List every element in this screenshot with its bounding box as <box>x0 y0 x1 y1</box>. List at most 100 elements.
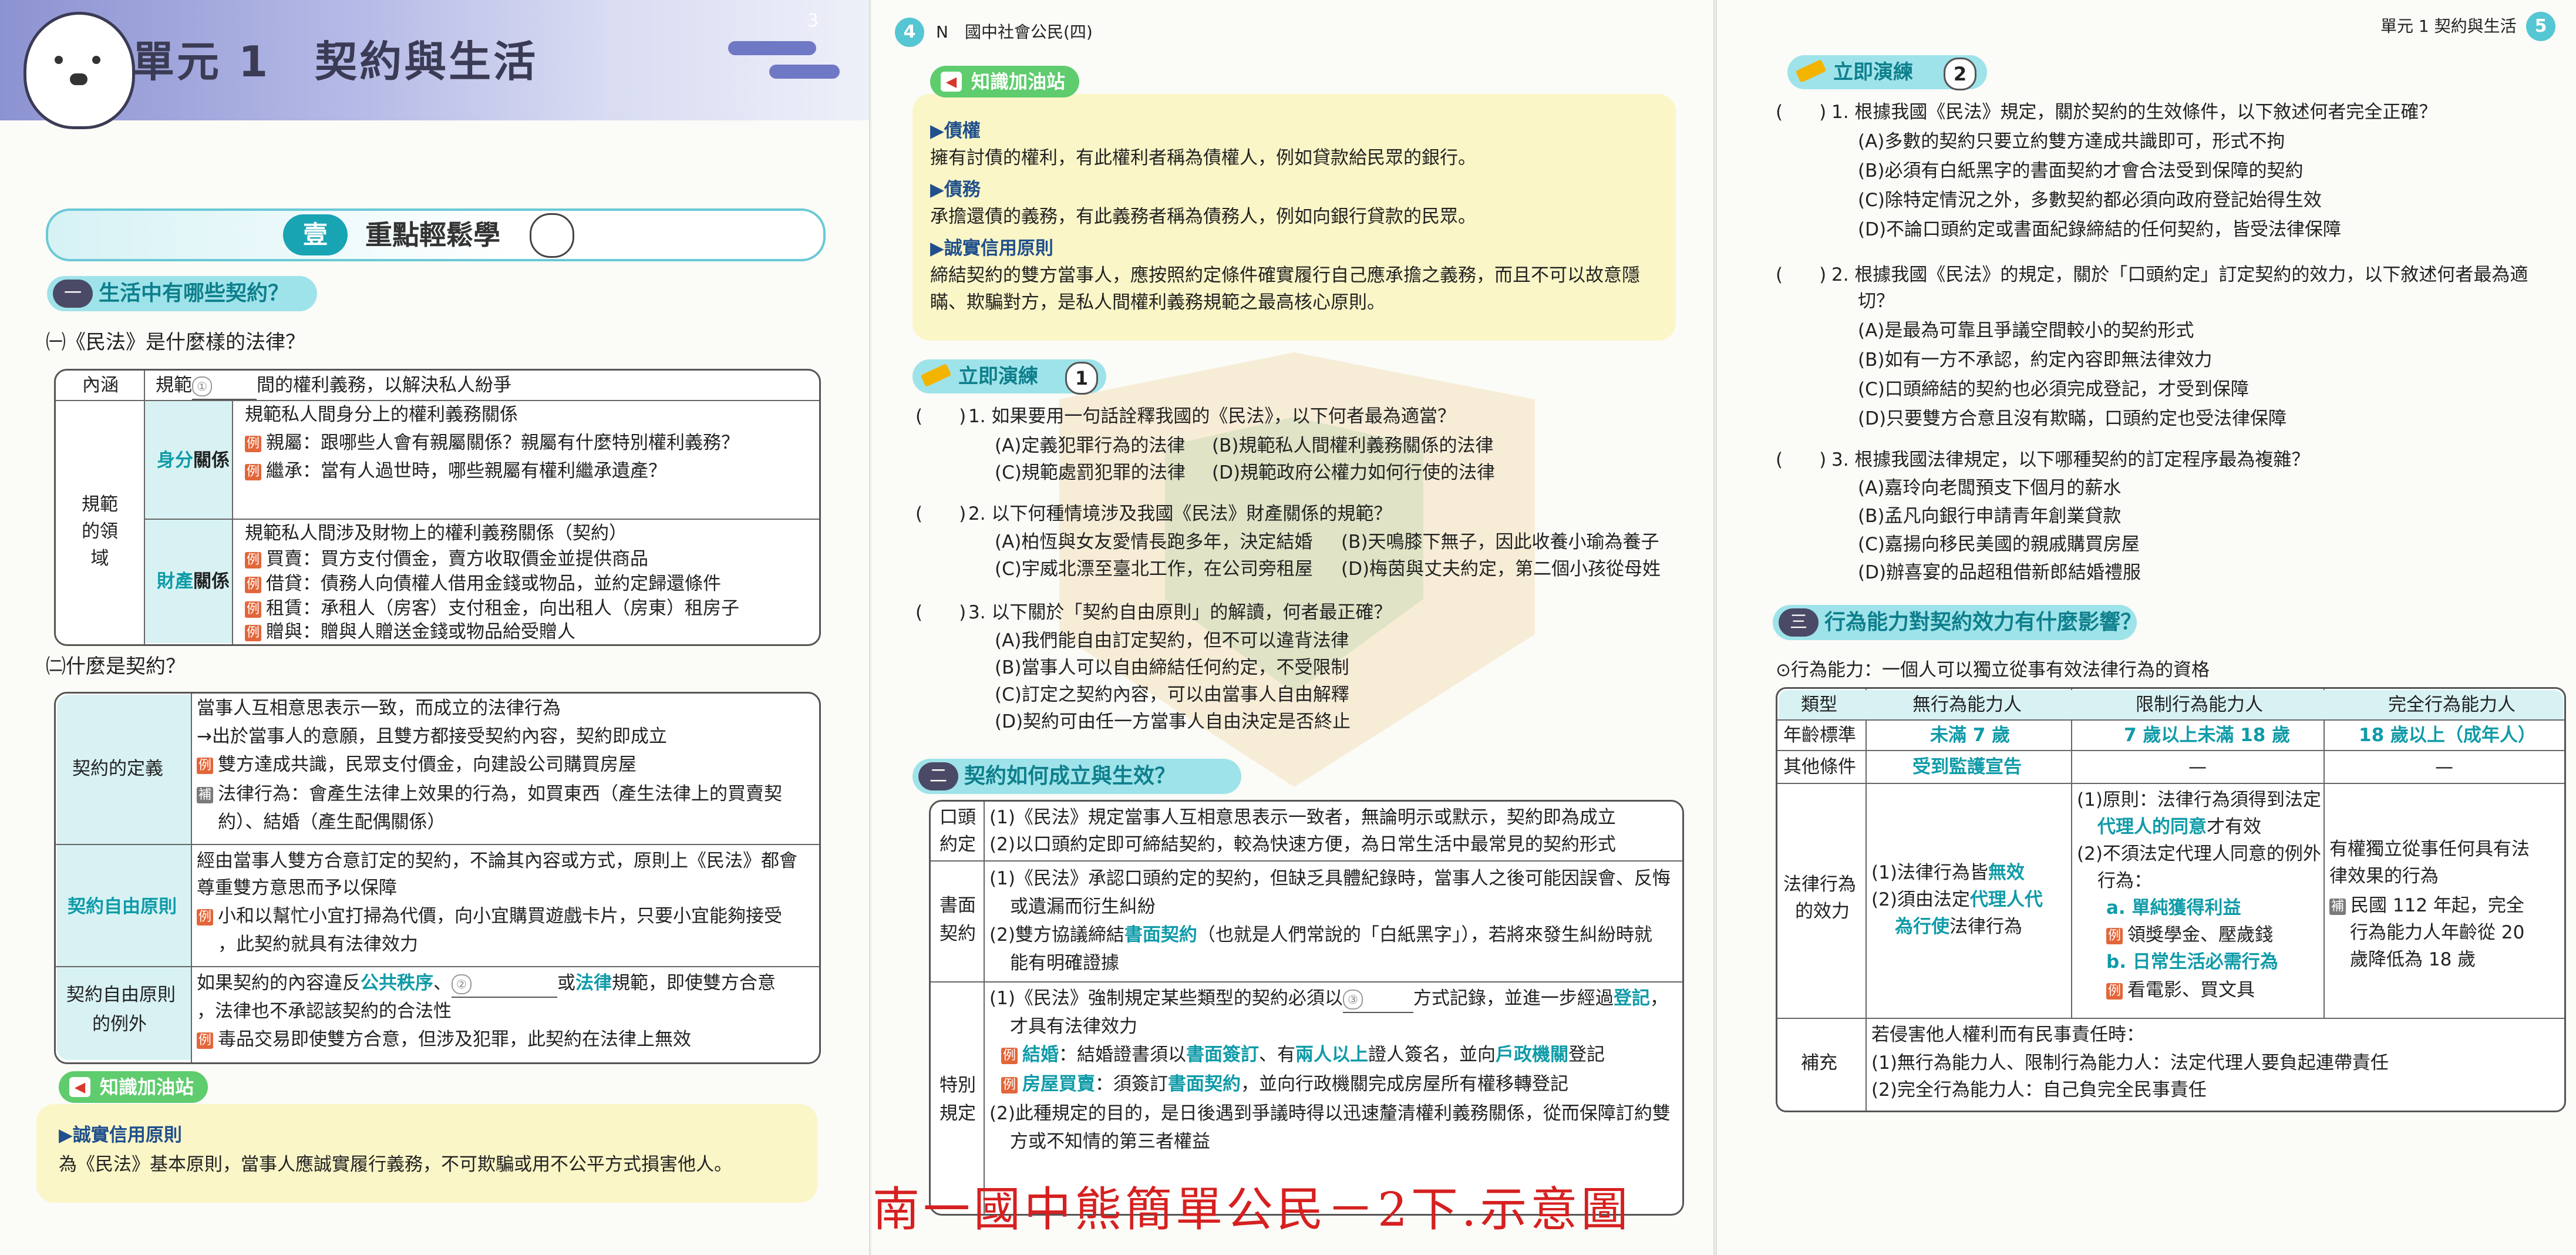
left-page: 單元 1 契約與生活 3 壹 重點輕鬆學 一 生活中有哪些契約？ ㈠《民法》是什… <box>0 0 869 1255</box>
knowledge-note-tag: ◀ 知識加油站 <box>930 66 1080 97</box>
note-body: 瞞、欺騙對方，是私人間權利義務規範之最高核心原則。 <box>930 292 1385 313</box>
row-label: 口頭 <box>940 807 976 828</box>
practice-number: 2 <box>1944 58 1976 90</box>
note-body: 承擔還債的義務，有此義務者稱為債務人，例如向銀行貸款的民眾。 <box>930 206 1476 227</box>
page-number: 4 <box>895 18 924 47</box>
effect-none-line: (2)須由法定代理人代 <box>1871 889 2043 910</box>
note-heading: ▶誠實信用原則 <box>930 238 1053 259</box>
option: (B)孟凡向銀行申請青年創業貸款 <box>1858 506 2122 527</box>
effect-full-line: 有權獨立從事任何具有法 <box>2329 839 2530 860</box>
special-line: 例結婚：結婚證書須以書面簽訂、有兩人以上證人簽名，並向戶政機關登記 <box>1001 1041 1605 1068</box>
column-header: 限制行為能力人 <box>2136 694 2263 715</box>
right-page: 單元 1 契約與生活 5 立即演練 2 ( ) 1. 根據我國《民法》規定，關於… <box>1717 0 2576 1255</box>
status-relation-label: 身分關係 <box>157 450 230 471</box>
answer-blank[interactable]: ( ) <box>915 403 966 430</box>
effect-limited-line: (2)不須法定代理人同意的例外 <box>2077 843 2321 864</box>
option: (C)除特定情況之外，多數契約都必須向政府登記始得生效 <box>1858 190 2322 211</box>
bear-mascot-icon <box>23 12 135 129</box>
oral-line: (2)以口頭約定即可締結契約，較為快速方便，為日常生活中最常見的契約形式 <box>989 834 1616 855</box>
effect-limited-line: b. 日常生活必需行為 <box>2106 951 2278 973</box>
effect-full-line: 行為能力人年齡從 20 <box>2350 922 2525 943</box>
property-line: 例借貸：債務人向債權人借用金錢或物品，並約定歸還條件 <box>245 570 721 597</box>
supplement-line: (1)無行為能力人、限制行為能力人：法定代理人要負起連帶責任 <box>1871 1052 2389 1074</box>
subsection-icon: 一 <box>53 280 93 308</box>
special-line: 方或不知情的第三者權益 <box>1010 1131 1210 1152</box>
row-label: 年齡標準 <box>1783 725 1856 746</box>
question-stem: 3. 以下關於「契約自由原則」的解讀，何者最正確？ <box>968 602 1392 623</box>
capacity-table: 類型 無行為能力人 限制行為能力人 完全行為能力人 年齡標準 未滿 7 歲 7 … <box>1776 687 2566 1112</box>
note-heading: ▶誠實信用原則 <box>59 1125 182 1146</box>
row-label: 規定 <box>940 1103 976 1124</box>
column-header: 無行為能力人 <box>1912 694 2022 715</box>
written-line: 能有明確證據 <box>1010 953 1119 974</box>
oral-line: (1)《民法》規定當事人互相意思表示一致者，無論明示或默示，契約即為成立 <box>989 807 1616 828</box>
answer-blank[interactable]: ( ) <box>1776 261 1826 288</box>
option: (A)我們能自由訂定契約，但不可以違背法律 <box>995 630 1349 651</box>
section-badge: 壹 <box>283 214 348 255</box>
effect-full-line: 歲降低為 18 歲 <box>2350 949 2476 970</box>
exception-line: 如果契約的內容違反公共秩序、 ② 或法律規範，即使雙方合意 <box>197 970 776 998</box>
option: (D)規範政府公權力如何行使的法律 <box>1212 462 1496 483</box>
special-line: (2)此種規定的目的，是日後遇到爭議時得以迅速釐清權利義務關係，從而保障訂約雙 <box>989 1103 1671 1124</box>
effect-limited-line: 例領獎學金、壓歲錢 <box>2106 921 2273 948</box>
effect-full-line: 律效果的行為 <box>2329 866 2439 887</box>
written-line: 或遺漏而衍生糾紛 <box>1010 896 1156 917</box>
unit-title: 單元 1 契約與生活 <box>132 37 538 86</box>
status-line: 例親屬：跟哪些人會有親屬關係？親屬有什麼特別權利義務？ <box>245 429 739 456</box>
answer-blank[interactable]: ( ) <box>915 500 966 527</box>
property-line: 例買賣：買方支付價金，賣方收取價金並提供商品 <box>245 546 648 573</box>
exception-line: ，法律也不承認該契約的合法性 <box>197 1001 452 1022</box>
option: (B)如有一方不承認，約定內容即無法律效力 <box>1858 349 2213 371</box>
answer-blank[interactable]: ( ) <box>1776 99 1826 126</box>
effect-full-line: 補民國 112 年起，完全 <box>2329 892 2524 919</box>
answer-blank[interactable]: ( ) <box>915 599 966 626</box>
row-text: 規範 ① 間的權利義務，以解決私人紛爭 <box>156 372 511 400</box>
option: (D)只要雙方合意且沒有欺瞞，口頭約定也受法律保障 <box>1858 408 2287 429</box>
answer-blank[interactable]: ( ) <box>1776 446 1826 473</box>
definition-line: →出於當事人的意願，且雙方都接受契約內容，契約即成立 <box>197 726 667 747</box>
practice-header: 立即演練 1 <box>912 359 1106 395</box>
supplement-line: 若侵害他人權利而有民事責任時： <box>1871 1024 2144 1045</box>
page-number: 5 <box>2526 12 2555 41</box>
row-label: 特別 <box>940 1075 976 1096</box>
condition-cell: — <box>2435 756 2453 778</box>
practice-header: 立即演練 2 <box>1787 55 1987 90</box>
row-label: 契約的定義 <box>72 758 163 779</box>
effect-limited-line: (1)原則：法律行為須得到法定 <box>2077 789 2321 810</box>
option: (A)柏恆與女友愛情長跑多年，決定結婚 <box>995 531 1313 553</box>
question-heading: ㈡什麼是契約？ <box>46 655 186 678</box>
supplement-line: (2)完全行為能力人：自己負完全民事責任 <box>1871 1079 2207 1101</box>
question-stem: 3. 根據我國法律規定，以下哪種契約的訂定程序最為複雜？ <box>1831 449 2310 470</box>
note-heading: ▶債務 <box>930 179 981 200</box>
option: (C)規範處罰犯罪的法律 <box>995 462 1186 483</box>
note-body: 締結契約的雙方當事人，應按照約定條件確實履行自己應承擔之義務，而且不可以故意隱 <box>930 265 1640 286</box>
freedom-line: 經由當事人雙方合意訂定的契約，不論其內容或方式，原則上《民法》都會 <box>197 850 797 872</box>
caption-watermark: 南一國中熊簡單公民－2下.示意圖 <box>873 1182 1632 1237</box>
subsection-header: 一 生活中有哪些契約？ <box>47 276 317 311</box>
option: (D)契約可由任一方當事人自由決定是否終止 <box>995 711 1351 732</box>
option: (A)是最為可靠且爭議空間較小的契約形式 <box>1858 320 2194 341</box>
option: (B)規範私人間權利義務關係的法律 <box>1212 435 1494 456</box>
freedom-line: ，此契約就具有法律效力 <box>218 934 418 955</box>
row-label: 內涵 <box>82 375 119 396</box>
row-label: 契約自由原則 <box>66 984 176 1005</box>
section-header: 壹 重點輕鬆學 <box>46 208 826 261</box>
page-number: 3 <box>807 11 819 31</box>
option: (A)多數的契約只要立約雙方達成共識即可，形式不拘 <box>1858 131 2285 152</box>
row-label: 規範 的領域 <box>82 494 118 569</box>
contract-formation-table: 口頭 約定 (1)《民法》規定當事人互相意思表示一致者，無論明示或默示，契約即為… <box>929 800 1684 1216</box>
property-line: 規範私人間涉及財物上的權利義務關係（契約） <box>245 523 627 544</box>
practice-number: 1 <box>1065 362 1098 395</box>
definition-line: 例雙方達成共識，民眾支付價金，向建設公司購買房屋 <box>197 751 637 778</box>
option: (D)辦喜宴的品超租借新郎結婚禮服 <box>1858 562 2141 583</box>
question-stem: 2. 根據我國《民法》的規定，關於「口頭約定」訂定契約的效力，以下敘述何者最為適 <box>1831 264 2528 285</box>
knowledge-note-tag: ◀ 知識加油站 <box>59 1071 208 1103</box>
row-label: 契約自由原則 <box>68 896 177 917</box>
row-label: 契約 <box>940 923 976 944</box>
effect-none-line: 為行使法律行為 <box>1895 916 2022 937</box>
definition-line: 當事人互相意思表示一致，而成立的法律行為 <box>197 698 561 719</box>
running-header: 單元 1 契約與生活 <box>2380 16 2517 36</box>
option: (A)定義犯罪行為的法律 <box>995 435 1186 456</box>
status-line: 規範私人間身分上的權利義務關係 <box>245 404 518 425</box>
exception-line: 例毒品交易即使雙方合意，但涉及犯罪，此契約在法律上無效 <box>197 1026 691 1053</box>
